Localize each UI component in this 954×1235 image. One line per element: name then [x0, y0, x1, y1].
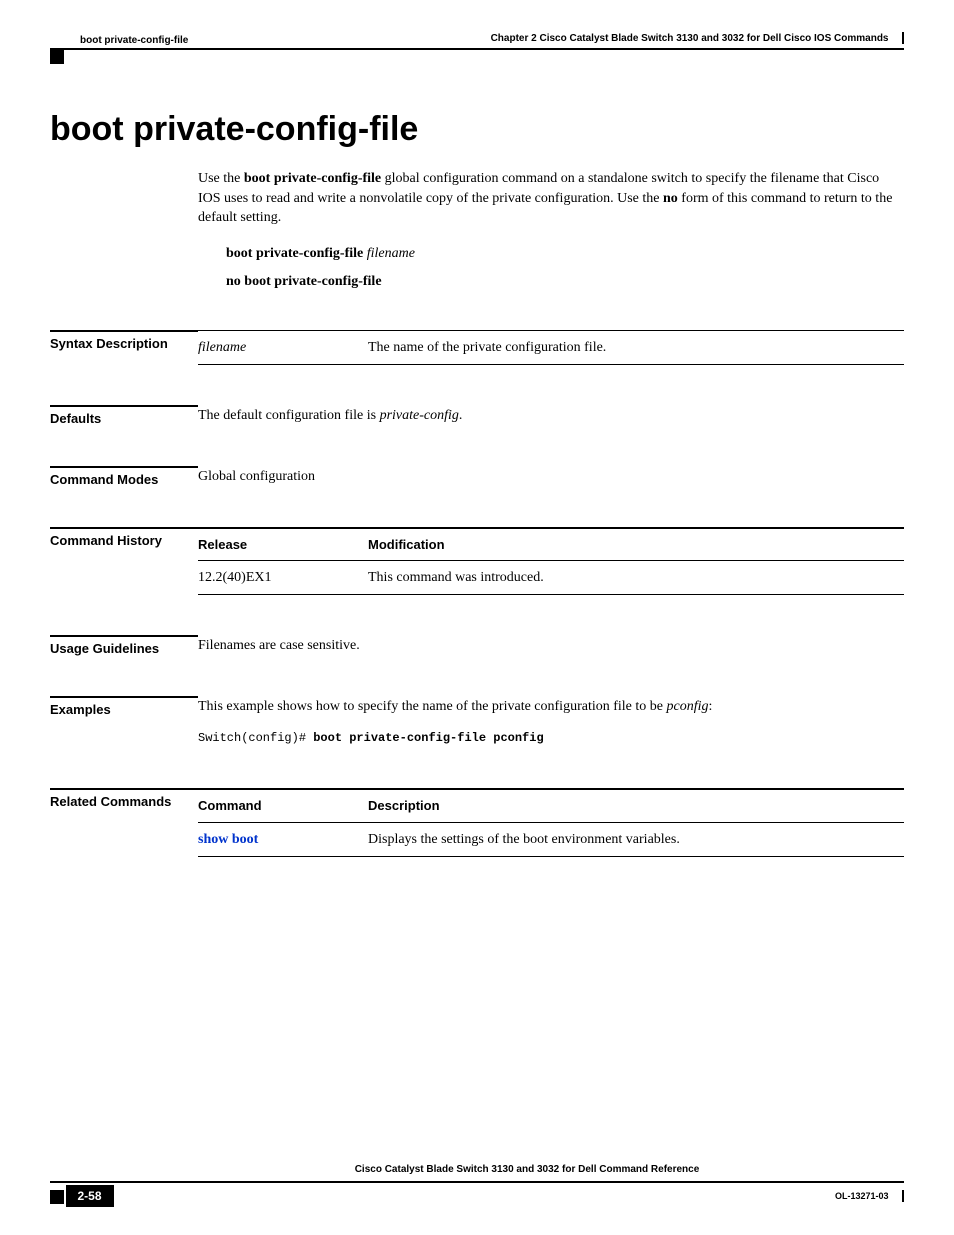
footer-doc-title: Cisco Catalyst Blade Switch 3130 and 303…: [355, 1164, 700, 1175]
command-history-table: Release Modification 12.2(40)EX1 This co…: [198, 527, 904, 596]
related-col-command: Command: [198, 789, 368, 822]
usage-guidelines-section: Usage Guidelines Filenames are case sens…: [50, 635, 904, 656]
header-marker-icon: [50, 50, 64, 64]
section-label: Defaults: [50, 405, 198, 426]
related-description: Displays the settings of the boot enviro…: [368, 822, 904, 856]
syntax-description-table: filename The name of the private configu…: [198, 330, 904, 365]
page-title: boot private-config-file: [50, 110, 904, 149]
command-modes-text: Global configuration: [198, 466, 904, 487]
history-col-release: Release: [198, 528, 368, 561]
table-row: 12.2(40)EX1 This command was introduced.: [198, 561, 904, 595]
footer-right: OL-13271-03: [835, 1188, 904, 1204]
section-label: Examples: [50, 696, 198, 717]
page-number: 2-58: [66, 1185, 114, 1207]
command-history-section: Command History Release Modification 12.…: [50, 527, 904, 596]
history-col-modification: Modification: [368, 528, 904, 561]
examples-section: Examples This example shows how to speci…: [50, 696, 904, 748]
defaults-section: Defaults The default configuration file …: [50, 405, 904, 426]
syntax-usage-line-1: boot private-config-file filename: [226, 246, 904, 262]
intro-paragraph: Use the boot private-config-file global …: [198, 169, 904, 228]
running-header: boot private-config-file Chapter 2 Cisco…: [50, 30, 904, 50]
defaults-text: The default configuration file is privat…: [198, 405, 904, 426]
command-modes-section: Command Modes Global configuration: [50, 466, 904, 487]
syntax-usage-line-2: no boot private-config-file: [226, 274, 904, 290]
header-chapter: Chapter 2 Cisco Catalyst Blade Switch 31…: [491, 30, 904, 46]
related-command-link[interactable]: show boot: [198, 832, 258, 847]
related-commands-table: Command Description show boot Displays t…: [198, 788, 904, 857]
document-id: OL-13271-03: [835, 1191, 889, 1201]
history-modification: This command was introduced.: [368, 561, 904, 595]
syntax-param-desc: The name of the private configuration fi…: [368, 330, 904, 364]
example-intro: This example shows how to specify the na…: [198, 696, 904, 717]
related-commands-section: Related Commands Command Description sho…: [50, 788, 904, 857]
header-section-title: boot private-config-file: [80, 35, 188, 46]
section-label: Command Modes: [50, 466, 198, 487]
syntax-param: filename: [198, 330, 368, 364]
related-col-description: Description: [368, 789, 904, 822]
header-end-marker-icon: [898, 32, 904, 44]
footer-end-marker-icon: [898, 1190, 904, 1202]
section-label: Related Commands: [50, 788, 198, 809]
footer-marker-icon: [50, 1190, 64, 1204]
syntax-description-section: Syntax Description filename The name of …: [50, 330, 904, 365]
footer-left: 2-58: [50, 1185, 114, 1207]
section-label: Usage Guidelines: [50, 635, 198, 656]
table-row: show boot Displays the settings of the b…: [198, 822, 904, 856]
section-label: Syntax Description: [50, 330, 198, 351]
page-footer: Cisco Catalyst Blade Switch 3130 and 303…: [50, 1161, 904, 1207]
example-code: Switch(config)# boot private-config-file…: [198, 727, 904, 748]
usage-text: Filenames are case sensitive.: [198, 635, 904, 656]
related-command-cell: show boot: [198, 822, 368, 856]
history-release: 12.2(40)EX1: [198, 561, 368, 595]
section-label: Command History: [50, 527, 198, 548]
